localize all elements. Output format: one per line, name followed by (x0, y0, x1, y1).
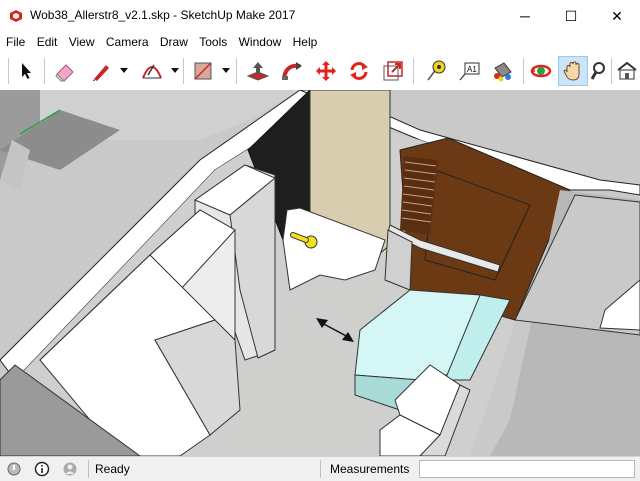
info-icon[interactable] (34, 461, 50, 477)
menu-camera[interactable]: Camera (102, 32, 153, 52)
paint-bucket-tool-icon (494, 62, 512, 82)
chevron-down-icon (120, 68, 128, 73)
tape-measure-tool-button[interactable] (420, 56, 450, 86)
arc-tool-button[interactable] (137, 56, 167, 86)
move-tool-icon (316, 61, 336, 81)
arc-tool-icon (142, 64, 162, 79)
measurements-label: Measurements (330, 462, 410, 476)
text-tool-button[interactable]: A1 (454, 56, 484, 86)
toolbar-separator (183, 58, 184, 84)
pan-tool-button[interactable] (558, 56, 588, 86)
eraser-tool-icon (55, 64, 74, 82)
toolbar-separator (413, 58, 414, 84)
maximize-button[interactable]: ☐ (548, 0, 594, 32)
orbit-tool-button[interactable] (526, 56, 556, 86)
menu-draw[interactable]: Draw (156, 32, 192, 52)
line-tool-icon (93, 65, 109, 81)
follow-me-tool-icon (282, 62, 302, 80)
menu-tools[interactable]: Tools (195, 32, 231, 52)
menu-edit[interactable]: Edit (33, 32, 62, 52)
menu-bar: File Edit View Camera Draw Tools Window … (0, 32, 640, 52)
push-pull-tool-button[interactable] (243, 56, 273, 86)
status-bar: Ready Measurements (0, 456, 640, 481)
pan-tool-icon (563, 61, 580, 81)
rectangle-tool-dropdown[interactable] (221, 60, 231, 82)
push-pull-tool-icon (246, 62, 270, 81)
model-viewport[interactable] (0, 90, 640, 456)
toolbar-separator (611, 58, 612, 84)
window-title: Wob38_Allerstr8_v2.1.skp - SketchUp Make… (30, 8, 296, 22)
rectangle-tool-icon (194, 62, 212, 80)
rotate-tool-icon (350, 62, 368, 80)
line-tool-dropdown[interactable] (119, 60, 129, 82)
zoom-tool-button[interactable] (591, 56, 607, 86)
select-tool-icon (22, 63, 31, 79)
user-account-icon[interactable] (62, 461, 78, 477)
scale-tool-button[interactable] (378, 56, 408, 86)
menu-help[interactable]: Help (289, 32, 322, 52)
rectangle-tool-button[interactable] (188, 56, 218, 86)
follow-me-tool-button[interactable] (277, 56, 307, 86)
geo-location-icon[interactable] (6, 461, 22, 477)
select-tool-button[interactable] (11, 56, 41, 86)
warehouse-button[interactable] (614, 56, 640, 86)
paint-bucket-tool-button[interactable] (488, 56, 518, 86)
toolbar-separator (236, 58, 237, 84)
status-separator (88, 460, 89, 478)
chevron-down-icon (171, 68, 179, 73)
orbit-tool-icon (530, 64, 552, 78)
model-scene (0, 90, 640, 456)
text-tool-label: A1 (467, 65, 477, 74)
status-message: Ready (95, 462, 130, 476)
toolbar: A1 (0, 52, 640, 91)
line-tool-button[interactable] (86, 56, 116, 86)
arc-tool-dropdown[interactable] (170, 60, 180, 82)
text-tool-icon: A1 (459, 62, 480, 81)
status-separator (320, 460, 321, 478)
toolbar-separator (8, 58, 9, 84)
sketchup-logo-icon (10, 10, 22, 22)
menu-view[interactable]: View (65, 32, 99, 52)
tape-measure-tool-icon (427, 60, 446, 81)
toolbar-separator (44, 58, 45, 84)
scale-tool-icon (383, 61, 403, 81)
menu-window[interactable]: Window (235, 32, 286, 52)
warehouse-icon (617, 61, 637, 80)
toolbar-separator (523, 58, 524, 84)
title-bar: Wob38_Allerstr8_v2.1.skp - SketchUp Make… (0, 0, 640, 32)
close-button[interactable]: ✕ (594, 0, 640, 32)
rotate-tool-button[interactable] (344, 56, 374, 86)
zoom-tool-icon (591, 62, 605, 80)
eraser-tool-button[interactable] (50, 56, 80, 86)
chevron-down-icon (222, 68, 230, 73)
move-tool-button[interactable] (311, 56, 341, 86)
measurements-input[interactable] (419, 460, 635, 478)
menu-file[interactable]: File (2, 32, 29, 52)
minimize-button[interactable]: ─ (502, 0, 548, 32)
